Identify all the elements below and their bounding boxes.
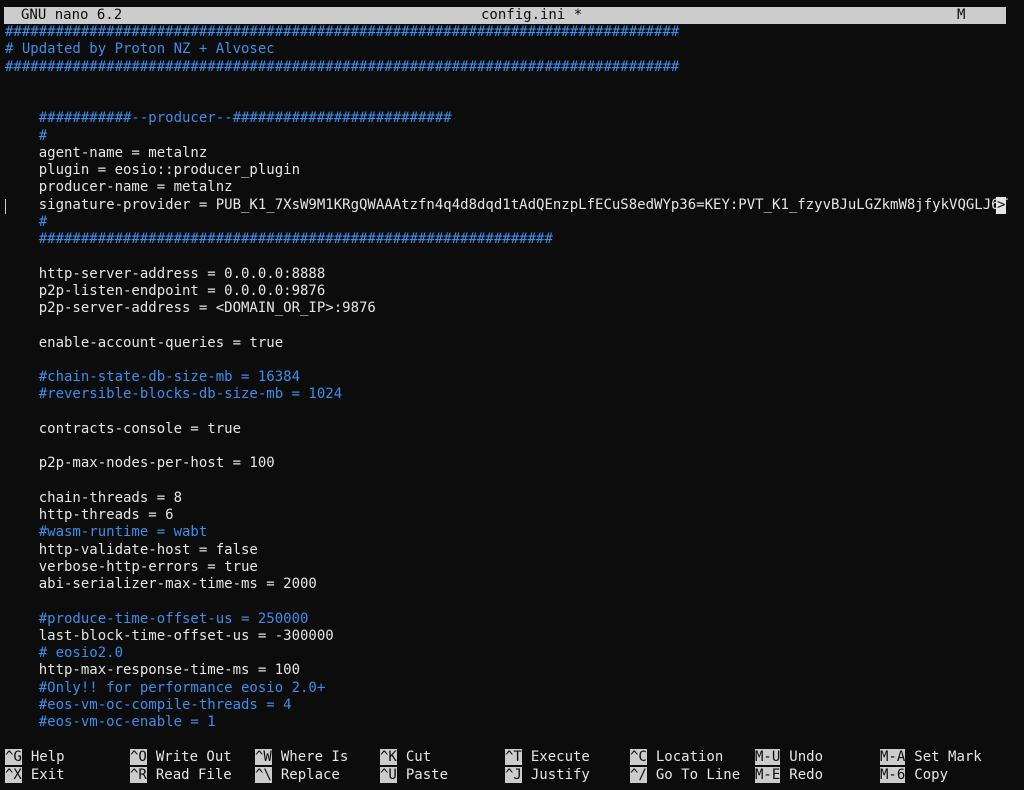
shortcut-key: M-E xyxy=(755,766,781,783)
shortcut-key: M-A xyxy=(880,749,906,765)
shortcut-justify[interactable]: ^J Justify xyxy=(505,766,590,784)
shortcut-copy[interactable]: M-6 Copy xyxy=(880,766,949,784)
config-line[interactable]: chain-threads = 8 xyxy=(5,490,1015,507)
comment-line[interactable]: #Only!! for performance eosio 2.0+ xyxy=(5,680,1015,697)
config-line[interactable]: plugin = eosio::producer_plugin xyxy=(5,162,1015,179)
config-line[interactable]: p2p-server-address = <DOMAIN_OR_IP>:9876 xyxy=(5,300,1015,317)
shortcut-redo[interactable]: M-E Redo xyxy=(755,766,824,784)
config-line[interactable]: producer-name = metalnz xyxy=(5,179,1015,196)
comment-line[interactable]: #chain-state-db-size-mb = 16384 xyxy=(5,369,1015,386)
comment-line[interactable]: ########################################… xyxy=(5,24,1015,41)
config-line[interactable]: http-server-address = 0.0.0.0:8888 xyxy=(5,266,1015,283)
shortcut-read-file[interactable]: ^R Read File xyxy=(130,766,232,784)
shortcut-exit[interactable]: ^X Exit xyxy=(5,766,65,784)
shortcut-go-to-line[interactable]: ^/ Go To Line xyxy=(630,766,741,784)
shortcut-write-out[interactable]: ^O Write Out xyxy=(130,749,232,766)
shortcut-key: ^\ xyxy=(255,766,272,783)
config-line[interactable] xyxy=(5,317,1015,334)
shortcut-location[interactable]: ^C Location xyxy=(630,749,723,766)
shortcut-key: ^/ xyxy=(630,766,647,783)
shortcut-paste[interactable]: ^U Paste xyxy=(380,766,449,784)
config-line[interactable]: p2p-listen-endpoint = 0.0.0.0:9876 xyxy=(5,283,1015,300)
config-line[interactable] xyxy=(5,473,1015,490)
shortcut-set-mark[interactable]: M-A Set Mark xyxy=(880,749,982,766)
config-line[interactable]: contracts-console = true xyxy=(5,421,1015,438)
config-line[interactable] xyxy=(5,593,1015,610)
shortcut-label: Redo xyxy=(789,766,824,783)
comment-line[interactable]: #eos-vm-oc-enable = 1 xyxy=(5,714,1015,731)
shortcut-help[interactable]: ^G Help xyxy=(5,749,65,766)
config-line[interactable]: verbose-http-errors = true xyxy=(5,559,1015,576)
line-overflow-indicator: > xyxy=(996,197,1007,214)
shortcut-key: ^J xyxy=(505,766,522,783)
comment-line[interactable]: # xyxy=(5,128,1015,145)
shortcut-label: Read File xyxy=(155,766,232,783)
shortcut-key: ^G xyxy=(5,749,22,765)
file-name: config.ini * xyxy=(481,7,583,23)
shortcut-key: ^K xyxy=(380,749,397,765)
config-line[interactable]: http-max-response-time-ms = 100 xyxy=(5,662,1015,679)
shortcut-label: Cut xyxy=(405,749,432,765)
shortcut-label: Justify xyxy=(530,766,590,783)
comment-line[interactable]: #reversible-blocks-db-size-mb = 1024 xyxy=(5,386,1015,403)
comment-line[interactable]: ########################################… xyxy=(5,59,1015,76)
config-line[interactable]: agent-name = metalnz xyxy=(5,145,1015,162)
config-line[interactable] xyxy=(5,352,1015,369)
shortcut-key: ^C xyxy=(630,749,647,765)
shortcut-bar: ^G Help ^O Write Out ^W Where Is ^K Cut ^T Execut… xyxy=(5,749,1020,785)
config-line[interactable]: signature-provider = PUB_K1_7XsW9M1KRgQW… xyxy=(5,197,1015,214)
shortcut-label: Set Mark xyxy=(914,749,982,765)
comment-line[interactable]: #eos-vm-oc-compile-threads = 4 xyxy=(5,697,1015,714)
shortcut-key: ^U xyxy=(380,766,397,783)
comment-line[interactable]: # xyxy=(5,214,1015,231)
config-line[interactable] xyxy=(5,76,1015,93)
title-bar: GNU nano 6.2 config.ini * M xyxy=(4,7,1006,24)
shortcut-cut[interactable]: ^K Cut xyxy=(380,749,431,766)
shortcut-label: Write Out xyxy=(155,749,232,765)
text-cursor xyxy=(5,199,6,214)
shortcut-label: Paste xyxy=(405,766,449,783)
comment-line[interactable]: # Updated by Proton NZ + Alvosec xyxy=(5,41,1015,58)
shortcut-execute[interactable]: ^T Execute xyxy=(505,749,590,766)
shortcut-label: Where Is xyxy=(280,749,349,765)
shortcut-label: Help xyxy=(30,749,65,765)
shortcut-key: M-U xyxy=(755,749,781,765)
shortcut-label: Undo xyxy=(789,749,824,765)
comment-line[interactable]: #produce-time-offset-us = 250000 xyxy=(5,611,1015,628)
shortcut-label: Location xyxy=(655,749,724,765)
shortcut-key: ^O xyxy=(130,749,147,765)
config-line[interactable]: p2p-max-nodes-per-host = 100 xyxy=(5,455,1015,472)
comment-line[interactable]: # eosio2.0 xyxy=(5,645,1015,662)
shortcut-undo[interactable]: M-U Undo xyxy=(755,749,823,766)
config-line[interactable] xyxy=(5,404,1015,421)
config-line[interactable]: http-validate-host = false xyxy=(5,542,1015,559)
config-line[interactable] xyxy=(5,438,1015,455)
comment-line[interactable]: ########################################… xyxy=(5,231,1015,248)
config-line[interactable]: abi-serializer-max-time-ms = 2000 xyxy=(5,576,1015,593)
shortcut-label: Go To Line xyxy=(655,766,741,783)
shortcut-replace[interactable]: ^\ Replace xyxy=(255,766,340,784)
shortcut-key: ^R xyxy=(130,766,147,783)
config-line[interactable]: enable-account-queries = true xyxy=(5,335,1015,352)
shortcut-label: Copy xyxy=(914,766,949,783)
shortcut-key: M-6 xyxy=(880,766,906,783)
config-line[interactable]: last-block-time-offset-us = -300000 xyxy=(5,628,1015,645)
modified-indicator: M xyxy=(957,7,966,23)
text-editor[interactable]: ########################################… xyxy=(5,24,1015,744)
comment-line[interactable]: ###########--producer--#################… xyxy=(5,110,1015,127)
config-line[interactable] xyxy=(5,93,1015,110)
shortcut-key: ^W xyxy=(255,749,272,765)
config-line[interactable]: http-threads = 6 xyxy=(5,507,1015,524)
app-version: GNU nano 6.2 xyxy=(21,7,123,23)
shortcut-label: Exit xyxy=(30,766,65,783)
shortcut-where-is[interactable]: ^W Where Is xyxy=(255,749,348,766)
shortcut-key: ^T xyxy=(505,749,522,765)
shortcut-key: ^X xyxy=(5,766,22,783)
comment-line[interactable]: #wasm-runtime = wabt xyxy=(5,524,1015,541)
shortcut-label: Replace xyxy=(280,766,340,783)
config-line[interactable] xyxy=(5,248,1015,265)
shortcut-label: Execute xyxy=(530,749,590,765)
